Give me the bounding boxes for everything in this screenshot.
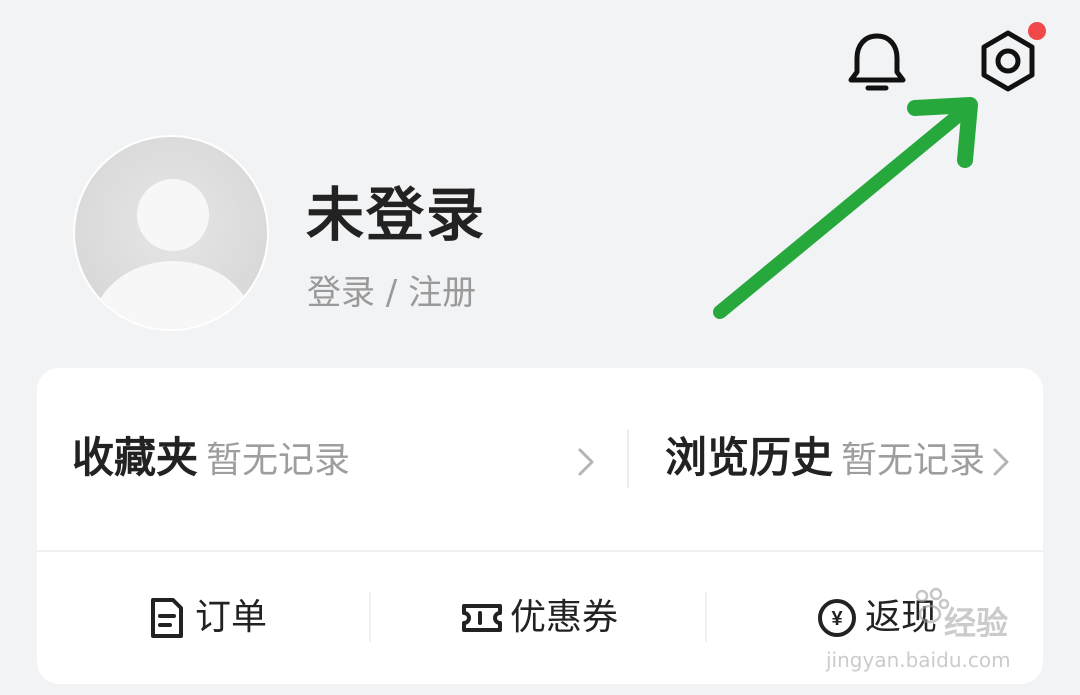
coupons-button[interactable]: 优惠券 bbox=[460, 592, 618, 644]
favorites-title: 收藏夹 bbox=[72, 433, 199, 482]
orders-label: 订单 bbox=[195, 597, 268, 638]
cashback-icon: ¥ bbox=[818, 599, 856, 637]
notification-badge bbox=[1028, 22, 1046, 40]
chevron-right-icon bbox=[578, 448, 594, 476]
ticket-icon bbox=[462, 604, 502, 632]
records-row: 收藏夹 暂无记录 浏览历史 暂无记录 bbox=[37, 368, 1043, 550]
shortcuts-card: 收藏夹 暂无记录 浏览历史 暂无记录 订单 优惠券 ¥ 返现 bbox=[37, 368, 1043, 684]
username: 未登录 bbox=[306, 181, 487, 249]
login-register-link[interactable]: 登录 / 注册 bbox=[307, 270, 476, 316]
avatar-body-shape bbox=[91, 261, 255, 329]
cashback-label: 返现 bbox=[865, 597, 938, 638]
vertical-divider bbox=[369, 592, 371, 642]
document-icon bbox=[151, 598, 183, 638]
favorites-entry[interactable]: 收藏夹 暂无记录 bbox=[72, 428, 350, 488]
chevron-right-icon bbox=[993, 448, 1009, 476]
history-title: 浏览历史 bbox=[665, 433, 834, 482]
avatar-head-shape bbox=[137, 179, 209, 251]
orders-button[interactable]: 订单 bbox=[145, 592, 267, 644]
vertical-divider bbox=[627, 430, 629, 488]
history-entry[interactable]: 浏览历史 暂无记录 bbox=[665, 428, 985, 488]
vertical-divider bbox=[705, 592, 707, 642]
history-subtitle: 暂无记录 bbox=[841, 440, 986, 481]
coupons-label: 优惠券 bbox=[510, 597, 619, 638]
profile-page: 未登录 登录 / 注册 收藏夹 暂无记录 浏览历史 暂无记录 订单 优惠券 ¥ … bbox=[0, 0, 1080, 695]
cashback-button[interactable]: ¥ 返现 bbox=[815, 592, 937, 644]
annotation-arrow-icon bbox=[713, 97, 978, 319]
actions-row: 订单 优惠券 ¥ 返现 bbox=[37, 552, 1043, 684]
bell-icon[interactable] bbox=[846, 30, 908, 96]
favorites-subtitle: 暂无记录 bbox=[206, 440, 351, 481]
avatar[interactable] bbox=[73, 135, 269, 331]
svg-text:¥: ¥ bbox=[831, 608, 843, 630]
